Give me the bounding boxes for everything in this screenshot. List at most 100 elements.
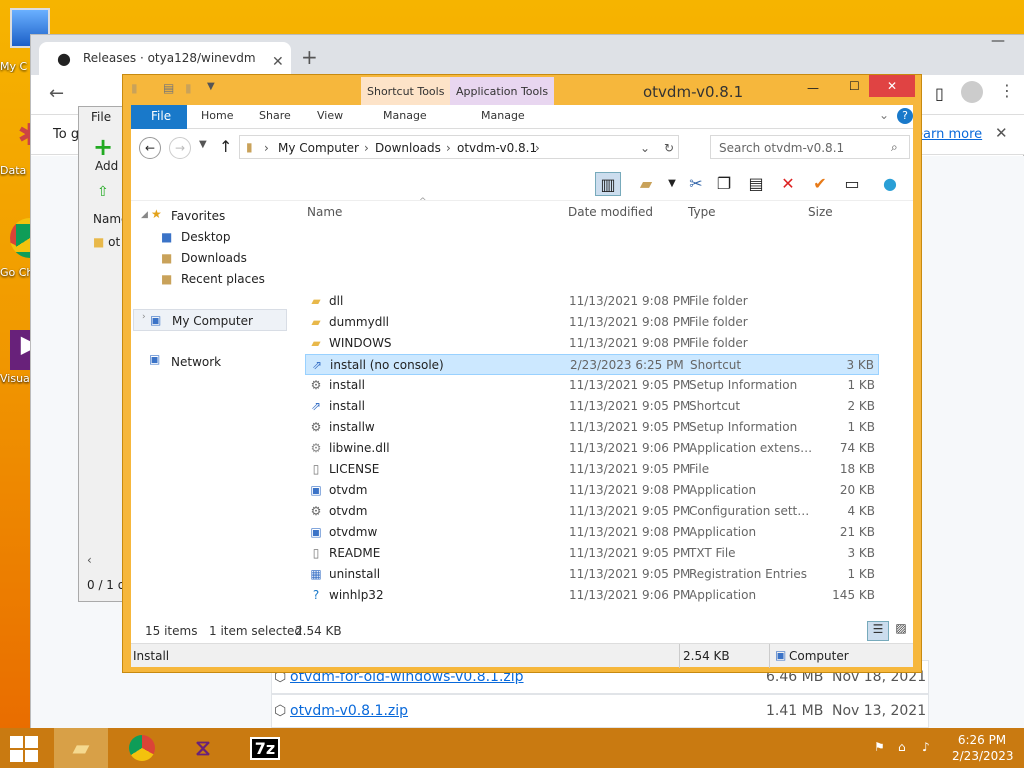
file-date: 11/13/2021 9:05 PM [569,504,691,518]
network-tray-icon[interactable]: ⌂ [898,740,906,754]
add-icon[interactable]: + [93,133,113,161]
tab-view[interactable]: View [317,109,343,122]
tree-desktop[interactable]: Desktop [181,230,231,244]
column-date[interactable]: Date modified [568,205,653,219]
preview-pane-icon[interactable]: ▥ [595,172,621,196]
tree-my-computer-row[interactable]: › ▣ My Computer [133,309,287,331]
back-icon[interactable]: ← [49,83,64,104]
help-icon[interactable]: ? [897,108,913,124]
copy-icon[interactable]: ❐ [711,172,737,196]
file-row[interactable]: ⚙ install 11/13/2021 9:05 PM Setup Informat… [305,375,879,396]
breadcrumb-downloads[interactable]: Downloads [375,141,441,155]
tab-releases[interactable]: ● Releases · otya128/winevdm ✕ [39,42,291,75]
refresh-icon[interactable]: ↻ [664,141,674,155]
column-size[interactable]: Size [808,205,833,219]
tree-network[interactable]: Network [171,355,221,369]
menu-icon[interactable]: ⋮ [999,81,1015,100]
clock[interactable]: 6:26 PM 2/23/2023 [952,732,1014,764]
properties-check-icon[interactable]: ✔ [807,172,833,196]
properties-icon[interactable]: ▤ [163,81,174,95]
file-icon: ▯ [312,546,320,560]
large-icons-view-icon[interactable]: ▨ [891,621,911,641]
file-list: ^ Name Date modified Type Size ▰ dll 11/13… [295,197,913,619]
file-row[interactable]: ⚙ libwine.dll 11/13/2021 9:06 PM Applicatio… [305,438,879,459]
breadcrumb-my-computer[interactable]: My Computer [278,141,359,155]
file-row[interactable]: ⇗ install 11/13/2021 9:05 PM Shortcut 2 KB [305,396,879,417]
tree-recent-places[interactable]: Recent places [181,272,265,286]
maximize-icon[interactable]: ☐ [849,79,860,93]
column-name[interactable]: Name [307,205,342,219]
file-row[interactable]: ⚙ otvdm 11/13/2021 9:05 PM Configuration se… [305,501,879,522]
forward-icon[interactable]: → [169,137,191,159]
tree-my-computer[interactable]: My Computer [172,314,253,328]
explorer-window: ▮ ▤ ▮ ▼ Shortcut Tools Application Tools… [122,74,922,673]
dropdown-icon[interactable]: ⌄ [640,141,650,155]
chevron-down-icon[interactable]: ▼ [659,172,685,196]
tab-share[interactable]: Share [259,109,291,122]
file-row[interactable]: ? winhlp32 11/13/2021 9:06 PM Application 14… [305,585,879,606]
tree-downloads[interactable]: Downloads [181,251,247,265]
chevron-down-icon[interactable]: ▼ [207,81,215,92]
rename-icon[interactable]: ▭ [839,172,865,196]
release-asset-row[interactable]: ⬡ otvdm-v0.8.1.zip 1.41 MB Nov 13, 2021 [271,694,929,728]
globe-icon[interactable]: ● [877,172,903,196]
file-row[interactable]: ▰ WINDOWS 11/13/2021 9:08 PM File folder [305,333,879,354]
action-center-icon[interactable]: ⚑ [874,740,885,754]
tab-shortcut-manage[interactable]: Manage [383,109,427,122]
file-row[interactable]: ⚙ installw 11/13/2021 9:05 PM Setup Informa… [305,417,879,438]
asset-link[interactable]: otvdm-v0.8.1.zip [290,703,408,719]
chrome-taskbar-button[interactable] [115,728,169,768]
minimize-icon[interactable]: — [807,81,819,95]
breadcrumb-current[interactable]: otvdm-v0.8.1 [457,141,537,155]
search-box[interactable]: Search otvdm-v0.8.1 ⌕ [710,135,910,159]
file-row[interactable]: ▯ LICENSE 11/13/2021 9:05 PM File 18 KB [305,459,879,480]
details-view-icon[interactable]: ☰ [867,621,889,641]
sidebar-icon[interactable]: ▯ [935,84,944,103]
file-row[interactable]: ⇗ install (no console) 2/23/2023 6:25 PM Sh… [305,354,879,375]
volume-icon[interactable]: ♪ [922,740,930,754]
visual-studio-taskbar-button[interactable]: ⧖ [176,728,230,768]
file-row[interactable]: ▣ otvdmw 11/13/2021 9:08 PM Application 21 K… [305,522,879,543]
address-bar[interactable]: ▮ › My Computer › Downloads › otvdm-v0.8… [239,135,679,159]
file-date: 11/13/2021 9:05 PM [569,399,691,413]
search-input[interactable]: Search otvdm-v0.8.1 [719,141,844,155]
up-icon[interactable]: ⇧ [97,184,109,200]
start-button[interactable] [10,736,38,762]
delete-icon[interactable]: ✕ [775,172,801,196]
7zip-taskbar-button[interactable]: 7z [238,728,292,768]
tree-favorites[interactable]: Favorites [171,209,225,223]
file-row[interactable]: ▦ uninstall 11/13/2021 9:05 PM Registration… [305,564,879,585]
profile-icon[interactable] [961,81,983,103]
menu-file[interactable]: File [91,110,111,124]
file-row[interactable]: ▯ README 11/13/2021 9:05 PM TXT File 3 KB [305,543,879,564]
search-icon[interactable]: ⌕ [891,140,898,155]
close-icon[interactable]: ✕ [995,124,1008,142]
file-row[interactable]: ▰ dummydll 11/13/2021 9:08 PM File folder [305,312,879,333]
up-icon[interactable]: ↑ [219,137,232,156]
file-date: 11/13/2021 9:08 PM [569,315,691,329]
recent-locations-icon[interactable]: ▼ [199,139,207,150]
tab-application-manage[interactable]: Manage [481,109,525,122]
close-button[interactable]: ✕ [869,75,915,97]
cut-icon[interactable]: ✂ [683,172,709,196]
tab-home[interactable]: Home [201,109,233,122]
column-type[interactable]: Type [688,205,716,219]
back-icon[interactable]: ← [139,137,161,159]
close-icon[interactable]: ✕ [272,54,284,70]
expand-icon[interactable]: › [142,312,146,322]
file-explorer-taskbar-button[interactable]: ▰ [54,728,108,768]
learn-more-link[interactable]: earn more [915,127,982,142]
new-folder-icon[interactable]: ▮ [185,81,192,95]
file-row[interactable]: ▣ otvdm 11/13/2021 9:08 PM Application 20 KB [305,480,879,501]
tab-file[interactable]: File [131,105,187,129]
chevron-down-icon[interactable]: ⌄ [879,108,889,122]
minimize-icon[interactable]: — [991,33,1005,49]
new-folder-icon[interactable]: ▰ [633,172,659,196]
file-row[interactable]: ▰ dll 11/13/2021 9:08 PM File folder [305,291,879,312]
expand-icon[interactable]: ◢ [141,210,148,220]
scroll-left-icon[interactable]: ‹ [87,553,92,567]
breadcrumb-separator: › [535,141,540,155]
zip-item[interactable]: ■ ot [93,235,120,249]
paste-icon[interactable]: ▤ [743,172,769,196]
new-tab-button[interactable]: + [301,45,318,69]
